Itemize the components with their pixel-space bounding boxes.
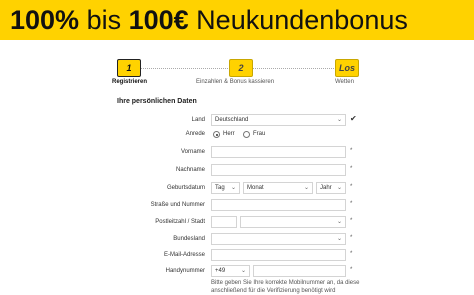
radio-herr-label: Herr <box>223 131 235 137</box>
mobile-prefix-select[interactable]: +49 ⌄ <box>211 265 250 277</box>
email-input[interactable] <box>211 249 346 261</box>
zip-city-label: Postleitzahl / Stadt <box>155 219 205 225</box>
promo-title: Neukundenbonus <box>188 5 408 35</box>
first-name-input[interactable] <box>211 146 346 158</box>
mobile-input[interactable] <box>253 265 346 277</box>
last-name-input[interactable] <box>211 164 346 176</box>
country-value: Deutschland <box>215 117 249 123</box>
chevron-down-icon: ⌄ <box>240 268 246 274</box>
mobile-prefix-value: +49 <box>215 268 226 274</box>
promo-connector: bis <box>79 5 129 35</box>
birth-month-value: Monat <box>247 185 264 191</box>
country-select[interactable]: Deutschland ⌄ <box>211 114 346 126</box>
chevron-down-icon: ⌄ <box>230 185 236 191</box>
promo-amount: 100€ <box>128 5 189 35</box>
birth-day-select[interactable]: Tag ⌄ <box>211 182 240 194</box>
step-1-label: Registrieren <box>112 79 148 85</box>
chevron-down-icon: ⌄ <box>336 219 342 225</box>
radio-frau-label: Frau <box>253 131 266 137</box>
chevron-down-icon: ⌄ <box>336 117 342 123</box>
state-label: Bundesland <box>173 236 205 242</box>
check-icon: ✔ <box>350 114 357 123</box>
city-select[interactable]: ⌄ <box>240 216 346 228</box>
required-marker: * <box>350 148 353 154</box>
required-marker: * <box>350 267 353 273</box>
required-marker: * <box>350 201 353 207</box>
required-marker: * <box>350 251 353 257</box>
zip-input[interactable] <box>211 216 237 228</box>
required-marker: * <box>350 235 353 241</box>
step-2-label: Einzahlen & Bonus kassieren <box>196 79 275 85</box>
first-name-label: Vorname <box>180 149 205 155</box>
birth-day-value: Tag <box>215 185 225 191</box>
birth-year-value: Jahr <box>320 185 332 191</box>
promo-percent: 100% <box>10 5 80 35</box>
email-label: E-Mail-Adresse <box>163 252 205 258</box>
promo-banner-text: 100% bis 100€ Neukundenbonus <box>10 3 408 37</box>
birth-month-select[interactable]: Monat ⌄ <box>243 182 313 194</box>
state-select[interactable]: ⌄ <box>211 233 346 245</box>
step-3-badge: Los <box>335 59 359 77</box>
step-3-label: Wetten <box>335 79 354 85</box>
required-marker: * <box>350 218 353 224</box>
section-title: Ihre persönlichen Daten <box>117 98 197 105</box>
country-label: Land <box>191 117 205 123</box>
required-marker: * <box>350 184 353 190</box>
last-name-label: Nachname <box>175 167 205 173</box>
mobile-label: Handynummer <box>165 268 205 274</box>
step-2-badge: 2 <box>229 59 253 77</box>
mobile-hint-text: Bitte geben Sie Ihre korrekte Mobilnumme… <box>211 279 359 295</box>
mobile-hint-line-1: Bitte geben Sie Ihre korrekte Mobilnumme… <box>211 280 360 286</box>
step-1-badge: 1 <box>117 59 141 77</box>
radio-frau[interactable] <box>243 131 250 138</box>
salutation-label: Anrede <box>185 131 205 137</box>
chevron-down-icon: ⌄ <box>336 236 342 242</box>
birth-year-select[interactable]: Jahr ⌄ <box>316 182 346 194</box>
radio-herr[interactable] <box>213 131 220 138</box>
chevron-down-icon: ⌄ <box>303 185 309 191</box>
promo-banner[interactable]: 100% bis 100€ Neukundenbonus <box>0 0 474 40</box>
chevron-down-icon: ⌄ <box>336 185 342 191</box>
street-input[interactable] <box>211 199 346 211</box>
required-marker: * <box>350 166 353 172</box>
birthdate-label: Geburtsdatum <box>166 185 205 191</box>
street-label: Straße und Nummer <box>150 202 205 208</box>
